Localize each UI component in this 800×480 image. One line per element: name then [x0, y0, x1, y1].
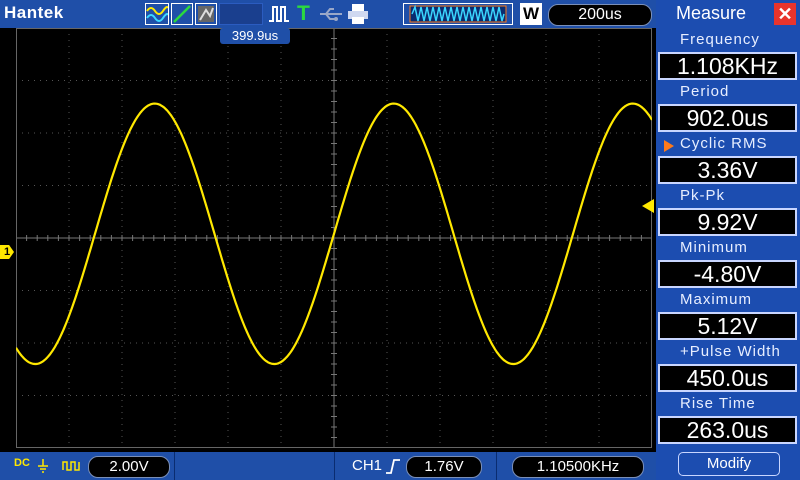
measure-value-pulse-width: 450.0us: [658, 364, 797, 392]
printer-icon[interactable]: [346, 3, 370, 25]
usb-icon: [318, 3, 344, 25]
window-mode-badge[interactable]: W: [520, 3, 542, 25]
measure-value-pk-pk: 9.92V: [658, 208, 797, 236]
divider: [174, 452, 175, 480]
waveform-memory-icon: [403, 3, 513, 25]
measure-label-cyclic-rms[interactable]: Cyclic RMS: [656, 132, 800, 155]
divider: [334, 452, 335, 480]
brand-logo: Hantek: [4, 3, 64, 22]
waveform-display: [15, 27, 653, 449]
frequency-counter-readout: 1.10500KHz: [512, 456, 644, 478]
measure-value-maximum: 5.12V: [658, 312, 797, 340]
volts-per-div-readout[interactable]: 2.00V: [88, 456, 170, 478]
bandwidth-limit-icon: [62, 461, 80, 471]
measure-label-pulse-width[interactable]: +Pulse Width: [656, 340, 800, 363]
trigger-source-label: CH1: [352, 457, 383, 474]
status-display-box: [219, 3, 263, 25]
measure-value-minimum: -4.80V: [658, 260, 797, 288]
top-toolbar: Hantek T W 200us: [0, 0, 656, 28]
measure-value-period: 902.0us: [658, 104, 797, 132]
coupling-label: DC: [14, 457, 30, 469]
measure-panel-header: Measure ✕: [656, 0, 800, 28]
measure-panel: Measure ✕ Frequency 1.108KHz Period 902.…: [656, 0, 800, 480]
ground-icon: [38, 459, 48, 473]
bottom-status-bar: DC 2.00V CH1 1.76V 1.10500KHz: [0, 452, 656, 480]
run-stop-icon[interactable]: [268, 3, 290, 25]
measure-panel-title: Measure: [676, 3, 747, 23]
measure-value-frequency: 1.108KHz: [658, 52, 797, 80]
trigger-level-readout[interactable]: 1.76V: [406, 456, 482, 478]
measure-value-cyclic-rms: 3.36V: [658, 156, 797, 184]
divider: [496, 452, 497, 480]
trigger-slope-icon[interactable]: [171, 3, 193, 25]
measure-label-minimum[interactable]: Minimum: [656, 236, 800, 259]
trigger-t-icon[interactable]: T: [297, 2, 310, 25]
close-icon[interactable]: ✕: [774, 3, 796, 25]
rising-edge-icon: [386, 459, 400, 474]
measure-label-maximum[interactable]: Maximum: [656, 288, 800, 311]
measure-label-rise-time[interactable]: Rise Time: [656, 392, 800, 415]
measure-label-pk-pk[interactable]: Pk-Pk: [656, 184, 800, 207]
measure-label-period[interactable]: Period: [656, 80, 800, 103]
channel-1-ground-marker[interactable]: 1: [0, 245, 14, 259]
selected-item-arrow-icon: [664, 140, 674, 152]
modify-button[interactable]: Modify: [678, 452, 780, 476]
timebase-readout[interactable]: 200us: [548, 4, 652, 26]
persistence-icon[interactable]: [195, 3, 217, 25]
trigger-level-marker-icon[interactable]: [642, 199, 654, 213]
measure-label-frequency[interactable]: Frequency: [656, 28, 800, 51]
trigger-position-readout[interactable]: 399.9us: [220, 28, 290, 44]
waveform-display-icon[interactable]: [145, 3, 169, 25]
measure-value-rise-time: 263.0us: [658, 416, 797, 444]
